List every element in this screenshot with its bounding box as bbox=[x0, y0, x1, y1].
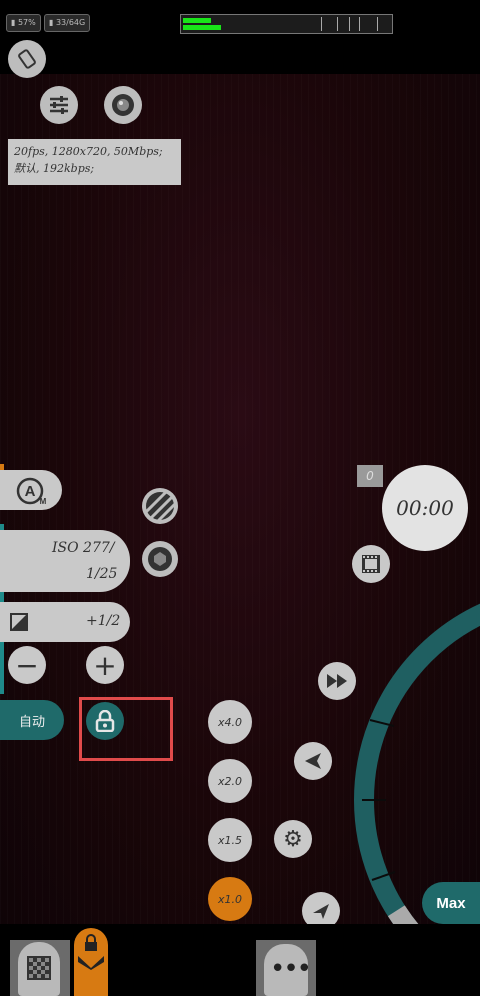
aperture-icon bbox=[148, 547, 172, 571]
battery-text: 57% bbox=[17, 18, 36, 27]
recording-info-box: 20fps, 1280x720, 50Mbps; 默认, 192kbps; bbox=[8, 139, 181, 185]
svg-text:A: A bbox=[25, 483, 36, 500]
zoom-4x-label: x4.0 bbox=[217, 715, 242, 729]
shutter-value: 1/25 bbox=[86, 566, 118, 582]
rotate-orientation-button[interactable] bbox=[8, 40, 46, 78]
max-label: Max bbox=[436, 894, 466, 912]
rotate-icon bbox=[18, 49, 36, 69]
gear-button[interactable]: ⚙ bbox=[274, 820, 312, 858]
lens-icon bbox=[112, 94, 134, 116]
increase-button[interactable]: + bbox=[86, 646, 124, 684]
info-audio-settings: 默认, 192kbps; bbox=[14, 162, 95, 175]
auto-manual-icon: A M bbox=[16, 477, 47, 506]
exposure-compensation-icon bbox=[10, 613, 28, 631]
more-dots-icon: ••• bbox=[270, 954, 312, 984]
triangle-left-icon bbox=[305, 753, 321, 769]
gear-icon: ⚙ bbox=[283, 826, 303, 852]
lock-icon bbox=[95, 710, 115, 732]
auto-mode-button[interactable]: 自动 bbox=[0, 700, 64, 740]
tab-lock-icon bbox=[85, 934, 97, 951]
aperture-button[interactable] bbox=[142, 541, 178, 577]
clip-counter: 0 bbox=[357, 465, 383, 487]
max-zoom-button[interactable]: Max bbox=[422, 882, 480, 924]
storage-indicator: ▮ 33/64G bbox=[44, 14, 91, 32]
gallery-button[interactable] bbox=[18, 942, 60, 996]
chevron-down-icon bbox=[78, 956, 104, 970]
lock-button[interactable] bbox=[86, 702, 124, 740]
ev-value: +1/2 bbox=[86, 613, 121, 629]
zoom-1x-button[interactable]: x1.0 bbox=[208, 877, 252, 921]
more-options-button[interactable]: ••• bbox=[264, 944, 312, 996]
zoom-1-5x-button[interactable]: x1.5 bbox=[208, 818, 252, 862]
zebra-stripes-icon bbox=[144, 490, 178, 524]
adjustments-button[interactable] bbox=[40, 86, 78, 124]
sd-card-icon: ▮ bbox=[49, 18, 54, 27]
zoom-2x-button[interactable]: x2.0 bbox=[208, 759, 252, 803]
svg-text:M: M bbox=[40, 497, 47, 506]
info-video-settings: 20fps, 1280x720, 50Mbps; bbox=[14, 145, 163, 158]
record-button[interactable]: 00:00 bbox=[382, 465, 468, 551]
film-button[interactable] bbox=[352, 545, 390, 583]
film-icon bbox=[362, 555, 380, 573]
zoom-1-5x-label: x1.5 bbox=[217, 833, 242, 847]
battery-icon: ▮ bbox=[11, 18, 16, 27]
lock-tab[interactable] bbox=[74, 928, 108, 996]
zoom-4x-button[interactable]: x4.0 bbox=[208, 700, 252, 744]
auto-label: 自动 bbox=[18, 714, 45, 730]
grid-icon bbox=[27, 956, 51, 980]
auto-manual-toggle[interactable]: A M bbox=[0, 470, 62, 510]
record-timer: 00:00 bbox=[396, 496, 454, 520]
battery-indicator: ▮ 57% bbox=[6, 14, 41, 32]
audio-level-meter bbox=[180, 14, 393, 34]
zebra-button[interactable] bbox=[142, 488, 178, 524]
minus-icon: − bbox=[15, 648, 39, 682]
zoom-2x-label: x2.0 bbox=[217, 774, 242, 788]
iso-value: ISO 277/ bbox=[52, 540, 115, 556]
storage-text: 33/64G bbox=[55, 18, 86, 27]
bottom-bar bbox=[0, 924, 480, 996]
clip-counter-text: 0 bbox=[366, 469, 374, 483]
navigation-arrow-icon bbox=[313, 904, 329, 919]
lens-button[interactable] bbox=[104, 86, 142, 124]
exposure-compensation-control[interactable]: +1/2 bbox=[0, 602, 130, 642]
zoom-1x-label: x1.0 bbox=[217, 892, 242, 906]
plus-icon: + bbox=[93, 648, 117, 682]
iso-shutter-control[interactable]: ISO 277/ 1/25 bbox=[0, 530, 130, 592]
decrease-button[interactable]: − bbox=[8, 646, 46, 684]
play-reverse-button[interactable] bbox=[294, 742, 332, 780]
sliders-icon bbox=[50, 96, 68, 114]
